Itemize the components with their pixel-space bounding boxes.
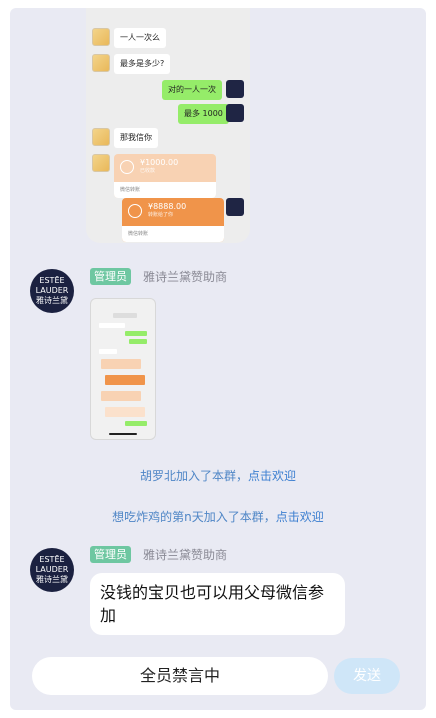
system-message-join: 想吃炸鸡的第n天加入了本群，点击欢迎 xyxy=(10,508,426,525)
chat-bubble: 那我信你 xyxy=(114,128,158,148)
avatar-text: 雅诗兰黛 xyxy=(36,296,68,305)
admin-badge: 管理员 xyxy=(90,268,131,285)
contact-avatar xyxy=(92,54,110,72)
contact-avatar xyxy=(92,154,110,172)
member-name: 胡罗北 xyxy=(139,469,176,483)
chat-bubble: 没钱的宝贝也可以用父母微信参加 xyxy=(90,573,345,635)
transfer-footer: 微信转账 xyxy=(122,226,224,242)
join-text: 加入了本群， xyxy=(175,469,248,483)
message-input[interactable]: 全员禁言中 xyxy=(32,657,328,695)
chat-bubble: 最多 1000 xyxy=(178,104,229,124)
transfer-card-sent: ¥8888.00 转账给了你 微信转账 xyxy=(122,198,224,242)
sender-name: 雅诗兰黛赞助商 xyxy=(143,270,228,284)
chat-bubble: 最多是多少? xyxy=(114,54,171,74)
sender-avatar[interactable]: ESTĒE LAUDER 雅诗兰黛 xyxy=(30,269,74,313)
join-text: 加入了本群， xyxy=(203,510,276,524)
transfer-card-received: ¥1000.00 已收款 微信转账 xyxy=(114,154,216,198)
send-button[interactable]: 发送 xyxy=(334,658,400,694)
avatar-text: ESTĒE xyxy=(39,555,65,564)
contact-avatar xyxy=(92,128,110,146)
sender-name: 雅诗兰黛赞助商 xyxy=(143,548,228,562)
transfer-icon xyxy=(128,204,142,218)
admin-badge: 管理员 xyxy=(90,546,131,563)
welcome-link[interactable]: 点击欢迎 xyxy=(248,469,296,483)
chat-window: 一人一次么 最多是多少? 对的一人一次 最多 1000 那我信你 ¥1000.0… xyxy=(10,8,426,710)
transfer-amount: ¥1000.00 xyxy=(140,158,179,167)
shared-screenshot-phone[interactable] xyxy=(90,298,156,440)
chat-bubble: 对的一人一次 xyxy=(162,80,222,100)
avatar-text: ESTĒE xyxy=(39,276,65,285)
estee-avatar xyxy=(226,80,244,98)
avatar-text: LAUDER xyxy=(35,565,69,574)
transfer-status: 转账给了你 xyxy=(148,212,174,218)
check-icon xyxy=(120,160,134,174)
contact-avatar xyxy=(92,28,110,46)
shared-screenshot-top[interactable]: 一人一次么 最多是多少? 对的一人一次 最多 1000 那我信你 ¥1000.0… xyxy=(86,8,250,243)
avatar-text: 雅诗兰黛 xyxy=(36,575,68,584)
transfer-footer: 微信转账 xyxy=(114,182,216,198)
sender-avatar[interactable]: ESTĒE LAUDER 雅诗兰黛 xyxy=(30,548,74,592)
transfer-status: 已收款 xyxy=(140,168,156,174)
member-name: 想吃炸鸡的第n天 xyxy=(112,510,204,524)
estee-avatar xyxy=(226,198,244,216)
transfer-amount: ¥8888.00 xyxy=(148,202,187,211)
system-message-join: 胡罗北加入了本群，点击欢迎 xyxy=(10,467,426,484)
chat-bubble: 一人一次么 xyxy=(114,28,166,48)
estee-avatar xyxy=(226,104,244,122)
avatar-text: LAUDER xyxy=(35,286,69,295)
welcome-link[interactable]: 点击欢迎 xyxy=(276,510,324,524)
